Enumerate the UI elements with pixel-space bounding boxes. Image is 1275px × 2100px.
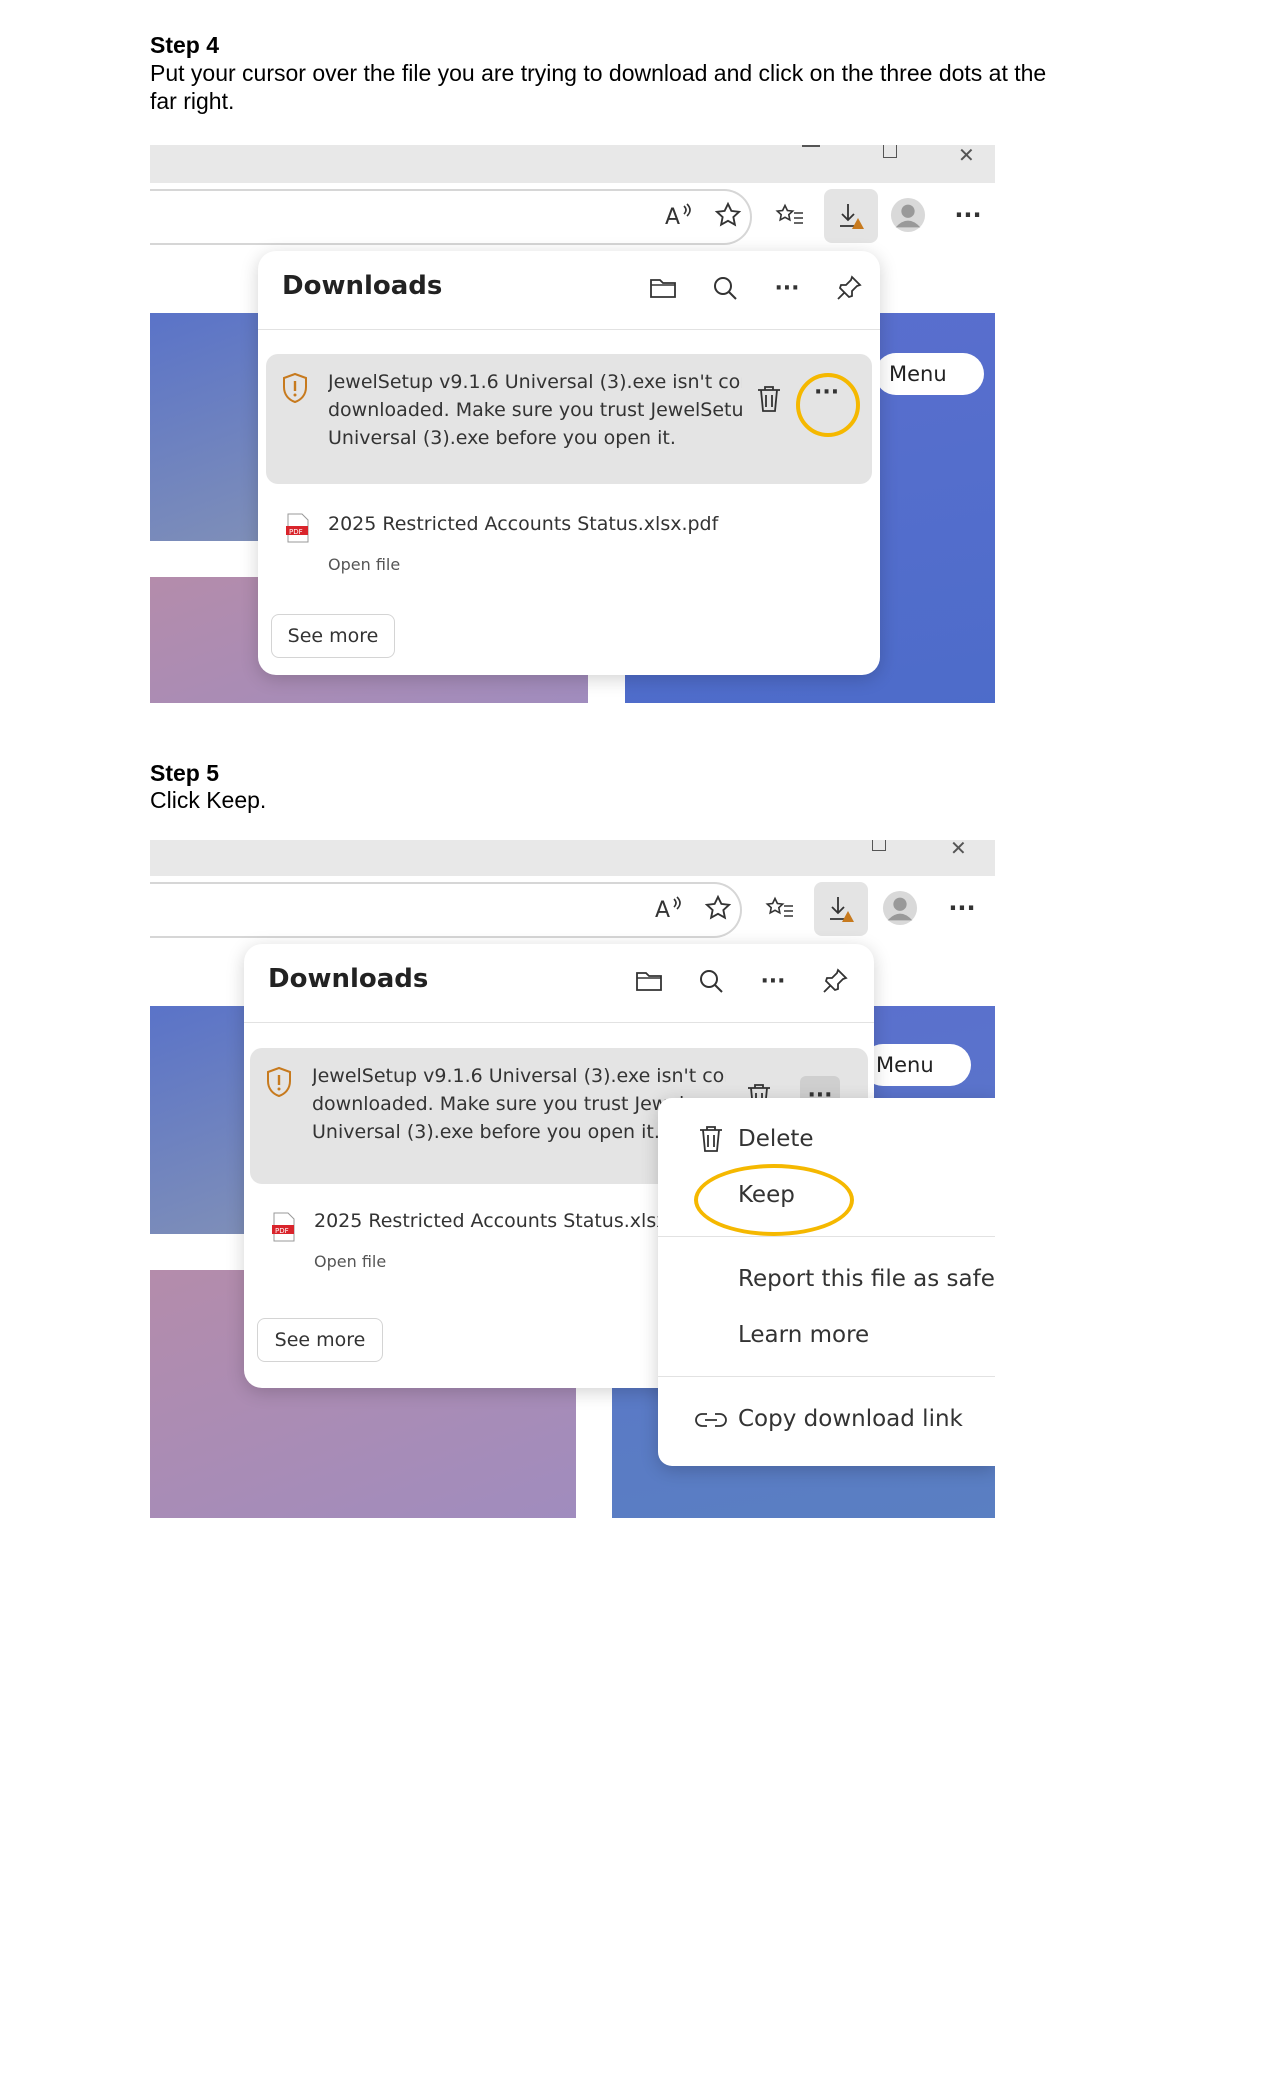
folder-icon[interactable] xyxy=(646,271,680,305)
trash-icon xyxy=(698,1124,724,1158)
step5-screenshot: ✕ A ··· Menu Downloads ··· JewelSetup v9… xyxy=(150,840,995,1518)
downloads-panel-title: Downloads xyxy=(282,271,443,301)
browser-title-bar: ✕ xyxy=(150,145,995,183)
svg-text:A: A xyxy=(665,205,680,228)
download-warning-item[interactable]: JewelSetup v9.1.6 Universal (3).exe isn'… xyxy=(266,354,872,484)
step5-instructions: Click Keep. xyxy=(150,787,267,813)
step4-title: Step 4 xyxy=(150,32,220,58)
see-more-button[interactable]: See more xyxy=(257,1318,383,1362)
menu-divider xyxy=(658,1376,995,1377)
close-icon[interactable]: ✕ xyxy=(950,840,967,860)
pin-icon[interactable] xyxy=(832,271,866,305)
download-file-name[interactable]: 2025 Restricted Accounts Status.xlsx.pdf xyxy=(328,513,718,535)
open-file-link[interactable]: Open file xyxy=(314,1252,386,1271)
folder-icon[interactable] xyxy=(632,964,666,998)
downloads-panel-title: Downloads xyxy=(268,964,429,994)
favorite-star-icon[interactable] xyxy=(700,890,736,926)
panel-more-icon[interactable]: ··· xyxy=(770,271,804,305)
copy-download-link-menu-item[interactable]: Copy download link xyxy=(738,1406,963,1432)
delete-menu-item[interactable]: Delete xyxy=(738,1126,814,1152)
favorite-star-icon[interactable] xyxy=(710,197,746,233)
download-warning-icon[interactable] xyxy=(814,882,868,936)
pdf-badge-text: PDF xyxy=(289,528,303,536)
pdf-file-icon: PDF xyxy=(272,1212,296,1242)
browser-title-bar: ✕ xyxy=(150,840,995,876)
warning-line-3: Universal (3).exe before you open it. xyxy=(328,427,676,449)
link-icon xyxy=(694,1410,728,1434)
page-background-block xyxy=(150,313,270,541)
download-warning-icon[interactable] xyxy=(824,189,878,243)
learn-more-menu-item[interactable]: Learn more xyxy=(738,1322,869,1348)
search-icon[interactable] xyxy=(708,271,742,305)
step4-screenshot: ✕ A ··· Menu Downloads ··· JewelSetup v9… xyxy=(150,145,995,703)
download-file-name[interactable]: 2025 Restricted Accounts Status.xlsx.p xyxy=(314,1210,686,1232)
restore-icon[interactable] xyxy=(883,145,897,158)
menu-button[interactable]: Menu xyxy=(875,353,984,395)
favorites-list-icon[interactable] xyxy=(772,197,808,233)
step5-title: Step 5 xyxy=(150,760,220,786)
read-aloud-icon[interactable]: A xyxy=(652,890,688,926)
step4-instructions: Put your cursor over the file you are tr… xyxy=(150,60,1047,114)
warning-line-1: JewelSetup v9.1.6 Universal (3).exe isn'… xyxy=(328,371,742,393)
close-icon[interactable]: ✕ xyxy=(958,145,975,167)
pdf-file-icon: PDF xyxy=(286,513,310,543)
read-aloud-icon[interactable]: A xyxy=(662,197,698,233)
profile-avatar-icon[interactable] xyxy=(890,197,926,233)
minimize-icon[interactable] xyxy=(802,145,820,147)
menu-button[interactable]: Menu xyxy=(862,1044,971,1086)
downloads-panel: Downloads ··· JewelSetup v9.1.6 Universa… xyxy=(258,251,880,675)
warning-line-2: downloaded. Make sure you trust Jewel xyxy=(312,1093,685,1115)
shield-warning-icon xyxy=(280,372,310,408)
item-more-button[interactable]: ··· xyxy=(814,380,839,405)
warning-message: JewelSetup v9.1.6 Universal (3).exe isn'… xyxy=(328,368,742,458)
download-context-menu: Delete Keep Report this file as safe Lea… xyxy=(658,1098,995,1466)
report-safe-menu-item[interactable]: Report this file as safe xyxy=(738,1266,995,1292)
restore-icon[interactable] xyxy=(872,840,886,851)
pdf-badge-text: PDF xyxy=(275,1227,289,1235)
warning-line-2: downloaded. Make sure you trust JewelSet… xyxy=(328,399,742,421)
menu-divider xyxy=(658,1236,995,1237)
more-icon[interactable]: ··· xyxy=(944,890,980,926)
profile-avatar-icon[interactable] xyxy=(882,890,918,926)
warning-line-1: JewelSetup v9.1.6 Universal (3).exe isn'… xyxy=(312,1065,726,1087)
svg-text:A: A xyxy=(655,898,670,921)
see-more-button[interactable]: See more xyxy=(271,614,395,658)
favorites-list-icon[interactable] xyxy=(762,890,798,926)
search-icon[interactable] xyxy=(694,964,728,998)
more-icon[interactable]: ··· xyxy=(950,197,986,233)
downloads-panel-header: Downloads ··· xyxy=(244,944,874,1023)
open-file-link[interactable]: Open file xyxy=(328,555,400,574)
downloads-panel-header: Downloads ··· xyxy=(258,251,880,330)
warning-line-3: Universal (3).exe before you open it. xyxy=(312,1121,660,1143)
trash-icon[interactable] xyxy=(756,384,782,418)
panel-more-icon[interactable]: ··· xyxy=(756,964,790,998)
shield-warning-icon xyxy=(264,1066,294,1102)
pin-icon[interactable] xyxy=(818,964,852,998)
keep-menu-item[interactable]: Keep xyxy=(738,1182,795,1208)
